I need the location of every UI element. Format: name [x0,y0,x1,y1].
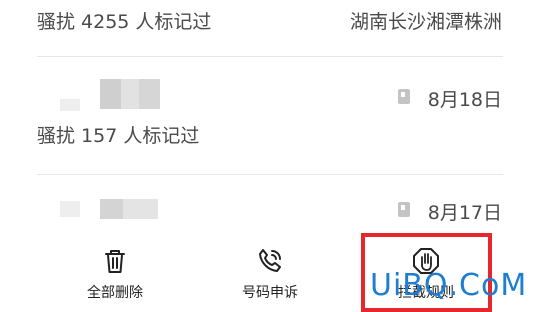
call-record-2[interactable]: 8月18日 骚扰 157 人标记过 [0,57,540,190]
number-appeal-button[interactable]: 号码申诉 [215,246,325,302]
delete-all-label: 全部删除 [87,285,143,301]
call-record-1[interactable]: 骚扰 4255 人标记过 湖南长沙湘潭株洲 [0,0,540,56]
record-2-tag: 骚扰 157 人标记过 [37,125,200,147]
record-2-date: 8月18日 [427,89,502,111]
phone-appeal-icon [259,249,281,272]
blurred-number [60,99,80,111]
delete-all-button[interactable]: 全部删除 [60,246,170,302]
blurred-number [60,201,80,217]
blurred-number [100,199,158,219]
sim-card-icon [398,202,410,217]
record-3-date: 8月17日 [427,202,502,224]
record-1-tag: 骚扰 4255 人标记过 [37,11,212,33]
trash-icon [105,250,125,273]
watermark-logo: UiBQ.CoM [370,268,528,303]
sim-card-icon [398,89,410,104]
blurred-number [100,79,160,109]
record-1-location: 湖南长沙湘潭株洲 [349,11,502,33]
number-appeal-label: 号码申诉 [242,285,298,301]
call-record-3[interactable]: 8月17日 [0,175,540,235]
